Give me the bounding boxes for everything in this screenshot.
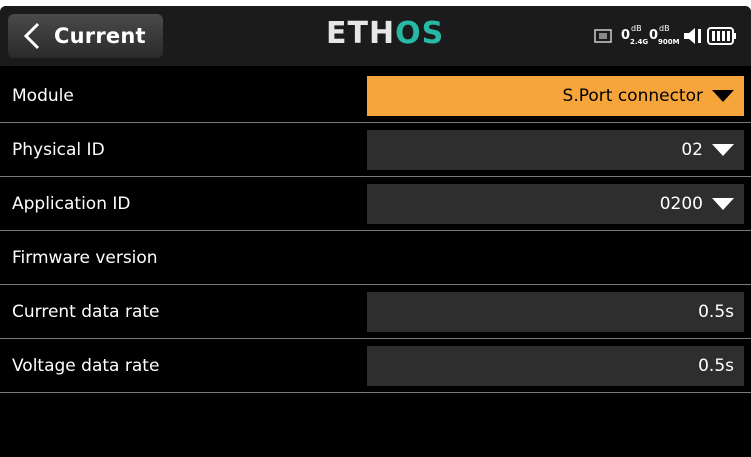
current-data-rate-value: 0.5s bbox=[698, 302, 734, 322]
ethos-logo: ETH OS bbox=[326, 19, 444, 49]
row-voltage-data-rate: Voltage data rate 0.5s bbox=[0, 339, 751, 393]
rssi-2g4-value: 0 bbox=[621, 28, 631, 43]
module-label: Module bbox=[12, 86, 74, 106]
volume-icon bbox=[684, 28, 701, 44]
voltage-data-rate-label: Voltage data rate bbox=[12, 356, 160, 376]
rssi-900m: 0dB 900M bbox=[649, 24, 680, 46]
sd-card-icon bbox=[594, 29, 612, 43]
chevron-left-icon bbox=[23, 22, 40, 50]
application-id-dropdown[interactable]: 0200 bbox=[367, 184, 744, 224]
physical-id-label: Physical ID bbox=[12, 140, 105, 160]
rssi-900m-band: 900M bbox=[658, 38, 680, 46]
page-title: Current bbox=[54, 24, 146, 48]
voltage-data-rate-field[interactable]: 0.5s bbox=[367, 346, 744, 386]
rssi-2g4-unit: dB bbox=[631, 24, 642, 33]
application-id-value: 0200 bbox=[659, 194, 703, 214]
rssi-2g4: 0dB 2.4G bbox=[621, 24, 648, 46]
row-physical-id: Physical ID 02 bbox=[0, 123, 751, 177]
row-module: Module S.Port connector bbox=[0, 69, 751, 123]
logo-text-eth: ETH bbox=[326, 16, 396, 51]
row-application-id: Application ID 0200 bbox=[0, 177, 751, 231]
physical-id-dropdown[interactable]: 02 bbox=[367, 130, 744, 170]
status-bar: 0dB 2.4G 0dB 900M bbox=[589, 20, 744, 52]
application-id-label: Application ID bbox=[12, 194, 131, 214]
voltage-data-rate-value: 0.5s bbox=[698, 356, 734, 376]
caret-down-icon bbox=[712, 144, 734, 156]
title-bar: Current ETH OS 0dB 2.4G 0dB 900M bbox=[0, 6, 751, 66]
back-button[interactable]: Current bbox=[8, 14, 163, 58]
rssi-900m-value: 0 bbox=[649, 28, 659, 43]
row-current-data-rate: Current data rate 0.5s bbox=[0, 285, 751, 339]
current-data-rate-label: Current data rate bbox=[12, 302, 160, 322]
module-value: S.Port connector bbox=[562, 86, 703, 106]
physical-id-value: 02 bbox=[681, 140, 703, 160]
caret-down-icon bbox=[712, 198, 734, 210]
firmware-version-label: Firmware version bbox=[12, 248, 158, 268]
device-screen: Current ETH OS 0dB 2.4G 0dB 900M Module … bbox=[0, 6, 751, 457]
module-dropdown[interactable]: S.Port connector bbox=[367, 76, 744, 116]
rssi-900m-unit: dB bbox=[659, 24, 670, 33]
caret-down-icon bbox=[712, 90, 734, 102]
current-data-rate-field[interactable]: 0.5s bbox=[367, 292, 744, 332]
logo-text-os: OS bbox=[395, 16, 445, 51]
row-firmware-version: Firmware version bbox=[0, 231, 751, 285]
battery-icon bbox=[707, 27, 736, 45]
rssi-2g4-band: 2.4G bbox=[630, 38, 649, 46]
